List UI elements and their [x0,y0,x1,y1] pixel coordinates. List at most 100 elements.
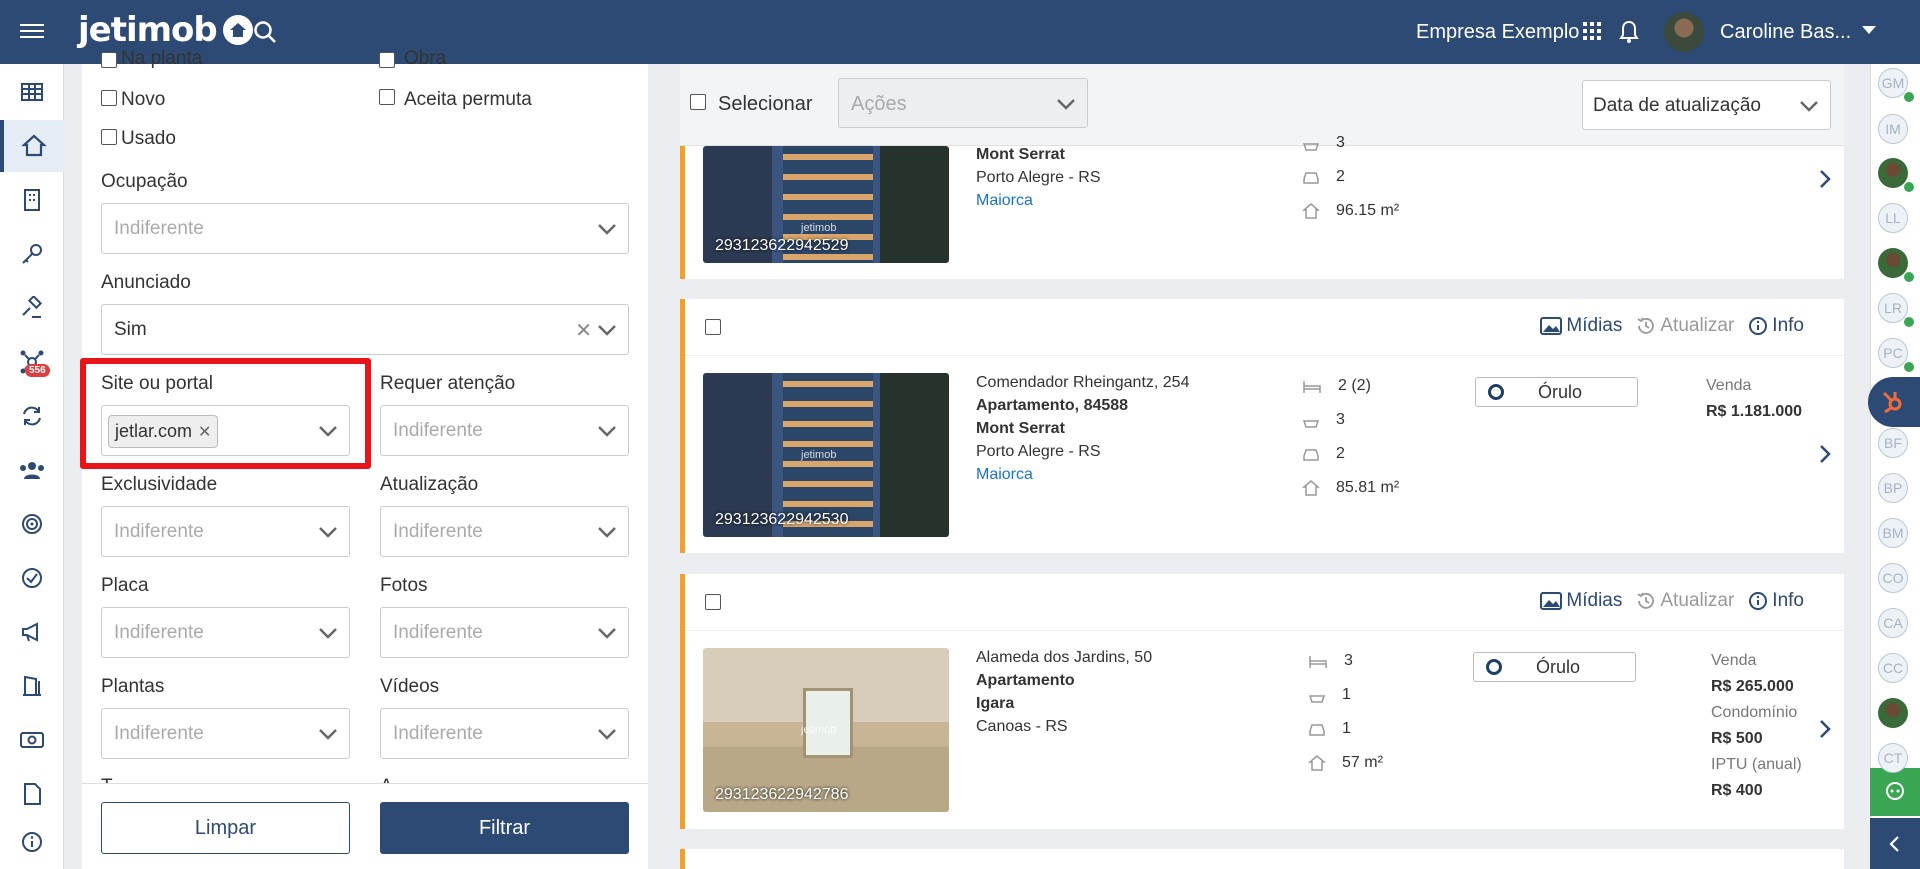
team-member-avatar[interactable] [1878,158,1908,188]
usado-checkbox[interactable] [101,129,117,145]
exclusividade-select[interactable]: Indiferente [101,506,350,557]
nav-dashboard[interactable] [0,66,64,118]
property-card[interactable]: Mídias Atualizar Info jetimob 2931236229… [680,574,1844,829]
videos-select[interactable]: Indiferente [380,708,629,759]
property-card[interactable]: Mídias Atualizar Info jetimob 2931236229… [680,299,1844,553]
team-member-avatar[interactable]: BF [1878,428,1908,458]
team-member-avatar[interactable]: CT [1878,743,1908,773]
search-icon[interactable] [252,19,278,50]
update-button[interactable]: Atualizar [1636,315,1734,337]
company-name[interactable]: Empresa Exemplo [1416,21,1579,44]
image-icon [1540,592,1563,610]
novo-label: Novo [121,89,166,110]
team-member-avatar[interactable]: IM [1878,114,1908,144]
nav-sync[interactable] [0,390,64,442]
exclusividade-label: Exclusividade [101,474,218,495]
builder-link[interactable]: Maiorca [976,466,1033,483]
menu-icon[interactable] [20,20,44,44]
team-member-avatar[interactable] [1878,248,1908,278]
chevron-down-icon [319,527,337,538]
aceita-permuta-checkbox[interactable] [379,89,395,105]
chevron-right-icon [1820,720,1831,738]
team-member-avatar[interactable] [1878,698,1908,728]
novo-checkbox[interactable] [101,90,117,106]
nav-keys[interactable] [0,228,64,280]
logo[interactable]: jetimob [78,10,253,50]
obra-checkbox[interactable] [379,52,395,68]
price-block: Venda R$ 265.000 Condomínio R$ 500 IPTU … [1711,652,1802,799]
card-checkbox[interactable] [705,319,721,335]
placa-label: Placa [101,575,149,596]
sync-icon [23,406,41,426]
card-checkbox[interactable] [705,594,721,610]
card-header: Mídias Atualizar Info [685,574,1844,631]
media-button[interactable]: Mídias [1540,590,1622,612]
nav-documents[interactable] [0,768,64,820]
logo-text: jetimob [78,10,218,50]
avatar[interactable] [1664,12,1704,52]
clear-button[interactable]: Limpar [101,802,350,854]
na-planta-checkbox[interactable] [101,52,117,68]
bell-icon[interactable] [1619,20,1639,49]
builder-link[interactable]: Maiorca [976,192,1033,209]
property-photo[interactable]: jetimob 293123622942529 [703,146,949,263]
team-member-avatar[interactable]: BM [1878,518,1908,548]
users-icon [20,462,44,479]
requer-atencao-select[interactable]: Indiferente [380,405,629,456]
door-icon [23,675,41,696]
nav-tasks[interactable] [0,552,64,604]
nav-properties[interactable] [0,120,64,172]
team-member-avatar[interactable]: CO [1878,563,1908,593]
anunciado-select[interactable]: Sim ✕ [101,304,629,355]
team-member-avatar[interactable]: LL [1878,203,1908,233]
atualizacao-label: Atualização [380,474,479,495]
team-member-avatar[interactable]: PC [1878,338,1908,368]
property-photo[interactable]: jetimob 293123622942786 [703,648,949,812]
actions-select[interactable]: Ações [838,78,1088,128]
nav-integrations[interactable]: 556 [0,336,64,388]
fotos-select[interactable]: Indiferente [380,607,629,658]
ocupacao-select[interactable]: Indiferente [101,203,629,254]
clear-icon[interactable]: ✕ [575,318,592,343]
collapse-sidebar-button[interactable] [1870,818,1920,869]
property-photo[interactable]: jetimob 293123622942530 [703,373,949,537]
apps-grid-icon[interactable] [1582,21,1602,46]
support-button[interactable] [1870,768,1920,816]
team-member-avatar[interactable]: LR [1878,293,1908,323]
team-member-avatar[interactable]: CC [1878,653,1908,683]
history-icon [1637,592,1655,609]
team-member-avatar[interactable]: GM [1878,68,1908,98]
hubspot-button[interactable] [1868,377,1920,427]
placa-select[interactable]: Indiferente [101,607,350,658]
nav-info[interactable] [0,816,64,868]
nav-goals[interactable] [0,498,64,550]
nav-marketing[interactable] [0,606,64,658]
nav-contracts[interactable] [0,660,64,712]
property-card[interactable] [680,849,1844,869]
orulo-icon [1486,659,1502,675]
area-icon [1308,755,1326,771]
nav-finance[interactable] [0,714,64,766]
filter-button[interactable]: Filtrar [380,802,629,854]
chevron-down-icon[interactable] [1862,26,1876,34]
nav-buildings[interactable] [0,174,64,226]
property-address: Alameda dos Jardins, 50 Apartamento Igar… [976,649,1153,735]
property-card[interactable]: jetimob 293123622942529 Mont Serrat Port… [680,134,1844,279]
team-member-avatar[interactable]: BP [1878,473,1908,503]
user-name[interactable]: Caroline Bas... [1720,21,1851,44]
plantas-select[interactable]: Indiferente [101,708,350,759]
nav-auction[interactable] [0,282,64,334]
media-button[interactable]: Mídias [1540,315,1622,337]
sort-select[interactable]: Data de atualização [1582,80,1831,130]
building-icon [24,189,40,211]
orulo-badge[interactable]: Órulo [1473,652,1636,682]
select-all-checkbox[interactable] [690,94,706,110]
update-button[interactable]: Atualizar [1636,590,1734,612]
orulo-badge[interactable]: Órulo [1475,377,1638,407]
atualizacao-select[interactable]: Indiferente [380,506,629,557]
nav-users[interactable] [0,444,64,496]
info-button[interactable]: Info [1748,590,1804,612]
team-member-avatar[interactable]: CA [1878,608,1908,638]
info-button[interactable]: Info [1748,315,1804,337]
chevron-right-icon [1820,170,1831,188]
